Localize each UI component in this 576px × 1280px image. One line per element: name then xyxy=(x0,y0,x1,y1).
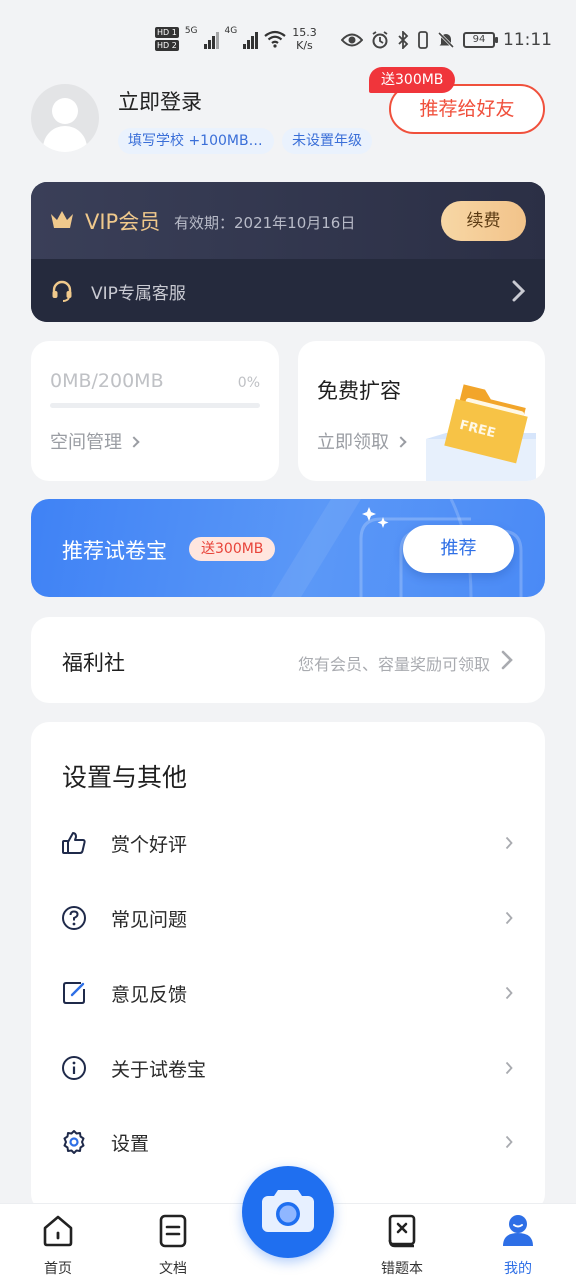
alarm-icon xyxy=(372,31,388,49)
vibrate-icon xyxy=(418,31,428,49)
profile-icon xyxy=(503,1215,533,1246)
settings-item-label: 赏个好评 xyxy=(111,834,188,856)
vip-service-row[interactable]: VIP专属客服 xyxy=(31,259,545,322)
chevron-right-icon xyxy=(505,1061,513,1075)
nav-home[interactable]: 首页 xyxy=(18,1212,98,1278)
renew-button[interactable]: 续费 xyxy=(441,201,526,241)
storage-manage-link[interactable]: 空间管理 xyxy=(50,428,140,454)
vip-service-label: VIP专属客服 xyxy=(91,284,186,304)
chevron-right-icon xyxy=(505,1135,513,1149)
info-icon xyxy=(62,1056,86,1080)
storage-card[interactable]: 0MB/200MB 0% 空间管理 xyxy=(31,341,279,481)
free-claim-label: 立即领取 xyxy=(317,432,389,453)
welfare-row[interactable]: 福利社 您有会员、容量奖励可领取 xyxy=(31,617,545,703)
school-tag[interactable]: 填写学校 +100MB… xyxy=(118,128,274,154)
welfare-title: 福利社 xyxy=(62,651,125,675)
chevron-right-icon xyxy=(501,650,513,670)
nav-label: 错题本 xyxy=(381,1261,423,1277)
storage-percent: 0% xyxy=(237,375,260,391)
feedback-edit-icon xyxy=(63,982,85,1004)
hd2-badge: HD 2 xyxy=(155,40,179,51)
nav-label: 我的 xyxy=(504,1261,532,1277)
status-right: 94 11:11 xyxy=(341,30,552,50)
wifi-icon xyxy=(264,30,286,48)
chevron-right-icon xyxy=(505,911,513,925)
grade-tag[interactable]: 未设置年级 xyxy=(282,128,372,154)
nav-documents[interactable]: 文档 xyxy=(133,1212,213,1278)
clock: 11:11 xyxy=(503,30,552,50)
vip-expire-date: 有效期：2021年10月16日 xyxy=(174,214,356,232)
chevron-right-icon xyxy=(395,436,407,448)
settings-item-settings[interactable]: 设置 xyxy=(31,1111,545,1171)
network-5g-label: 5G xyxy=(184,26,198,36)
camera-button[interactable] xyxy=(242,1166,334,1258)
settings-title: 设置与其他 xyxy=(62,763,188,792)
chevron-right-icon xyxy=(512,280,525,302)
recommend-gift-badge: 送300MB xyxy=(369,67,456,93)
nav-profile[interactable]: 我的 xyxy=(478,1212,558,1278)
nav-label: 文档 xyxy=(159,1261,187,1277)
free-folder-illustration: FREE xyxy=(426,384,536,481)
avatar-head xyxy=(52,98,78,124)
home-icon xyxy=(43,1215,73,1247)
storage-usage: 0MB/200MB xyxy=(50,370,164,392)
mute-bell-icon xyxy=(437,31,455,49)
free-expand-title: 免费扩容 xyxy=(317,379,401,403)
settings-card: 设置与其他 赏个好评 常见问题 意见反馈 关于试卷宝 设置 xyxy=(31,722,545,1212)
nav-mistake-book[interactable]: 错题本 xyxy=(362,1212,442,1278)
settings-item-faq[interactable]: 常见问题 xyxy=(31,887,545,947)
banner-recommend-button[interactable]: 推荐 xyxy=(403,525,514,573)
storage-progress-bar xyxy=(50,403,260,408)
signal-icon xyxy=(203,29,219,49)
crown-icon xyxy=(51,211,73,228)
network-4g-label: 4G xyxy=(224,26,238,36)
bluetooth-icon xyxy=(398,31,409,49)
settings-item-rate[interactable]: 赏个好评 xyxy=(31,812,545,872)
vip-card: VIP会员 有效期：2021年10月16日 续费 VIP专属客服 xyxy=(31,182,545,322)
network-speed: 15.3 K/s xyxy=(292,26,317,52)
gear-icon xyxy=(63,1130,85,1154)
banner-gift-badge: 送300MB xyxy=(189,537,276,561)
recommend-banner[interactable]: 推荐试卷宝 送300MB 推荐 xyxy=(31,499,545,597)
settings-item-feedback[interactable]: 意见反馈 xyxy=(31,962,545,1022)
eye-icon xyxy=(341,33,363,47)
storage-manage-label: 空间管理 xyxy=(50,432,122,453)
question-icon xyxy=(62,906,86,930)
banner-title: 推荐试卷宝 xyxy=(62,539,167,563)
hd-indicators: HD 1 HD 2 xyxy=(155,27,179,51)
settings-item-label: 设置 xyxy=(111,1133,150,1155)
avatar-body xyxy=(43,126,87,152)
camera-icon xyxy=(262,1190,314,1232)
mistake-book-icon xyxy=(388,1214,416,1248)
chevron-right-icon xyxy=(505,986,513,1000)
login-link[interactable]: 立即登录 xyxy=(118,86,202,116)
free-expand-card[interactable]: 免费扩容 立即领取 FREE xyxy=(298,341,545,481)
nav-label: 首页 xyxy=(44,1261,72,1277)
headset-icon xyxy=(52,280,72,302)
status-bar: HD 1 HD 2 5G 4G 15.3 K/s 94 11:11 xyxy=(0,0,576,80)
signal-icon-2 xyxy=(243,29,259,49)
hd1-badge: HD 1 xyxy=(155,27,179,38)
free-claim-link[interactable]: 立即领取 xyxy=(317,428,407,454)
battery-icon: 94 xyxy=(463,32,498,48)
settings-item-label: 关于试卷宝 xyxy=(111,1059,207,1081)
chevron-right-icon xyxy=(128,436,140,448)
settings-item-about[interactable]: 关于试卷宝 xyxy=(31,1037,545,1097)
thumbs-up-icon xyxy=(62,832,86,854)
speed-value: 15.3 xyxy=(292,26,317,39)
settings-item-label: 常见问题 xyxy=(111,909,188,931)
vip-header: VIP会员 有效期：2021年10月16日 续费 xyxy=(31,182,545,259)
status-left: HD 1 HD 2 5G 4G 15.3 K/s xyxy=(155,26,317,52)
speed-unit: K/s xyxy=(296,39,313,52)
welfare-hint: 您有会员、容量奖励可领取 xyxy=(297,655,490,674)
settings-item-label: 意见反馈 xyxy=(111,984,188,1006)
avatar[interactable] xyxy=(31,84,99,152)
vip-title: VIP会员 xyxy=(85,210,161,234)
document-icon xyxy=(159,1214,187,1248)
chevron-right-icon xyxy=(505,836,513,850)
